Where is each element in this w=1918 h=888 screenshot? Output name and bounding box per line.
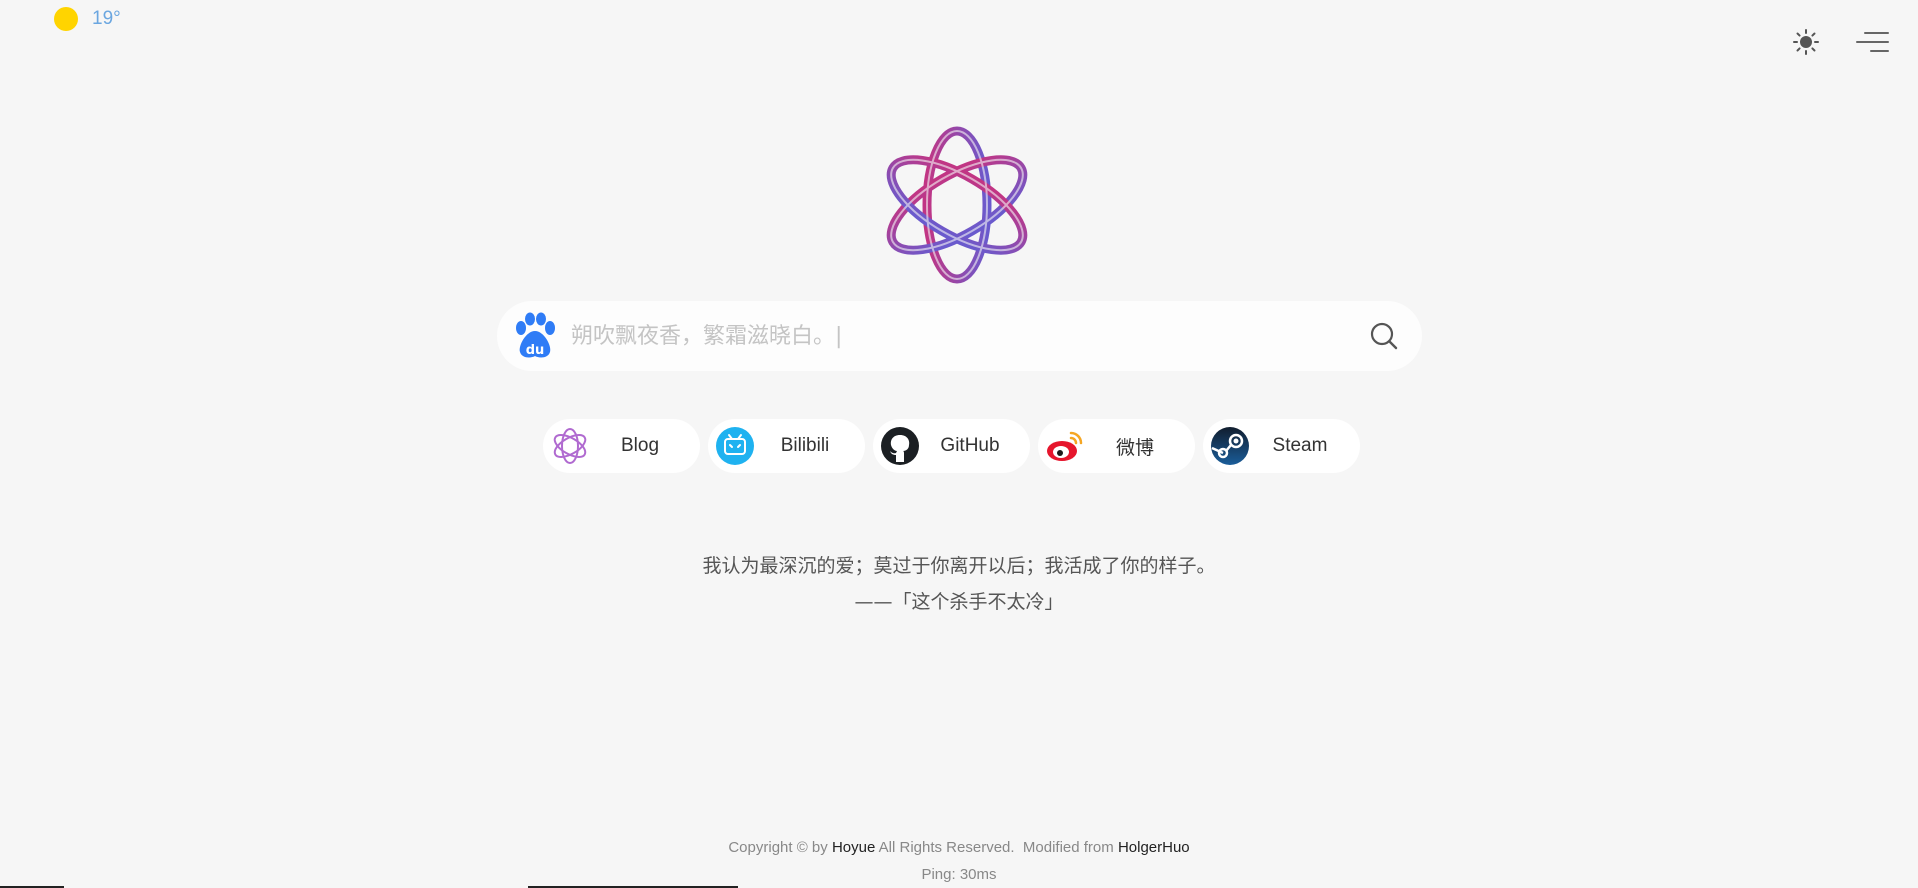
footer: Copyright © by Hoyue All Rights Reserved… (0, 834, 1918, 888)
link-blog[interactable]: Blog (543, 419, 700, 473)
baidu-icon[interactable]: du (511, 311, 559, 361)
link-label: Bilibili (780, 435, 830, 456)
search-icon[interactable] (1364, 316, 1404, 356)
github-icon (878, 424, 922, 468)
brightness-icon[interactable] (1788, 24, 1824, 60)
blog-logo-icon (548, 424, 592, 468)
author-link[interactable]: Hoyue (832, 839, 875, 856)
copyright-line: Copyright © by Hoyue All Rights Reserved… (0, 834, 1918, 861)
copyright-prefix: Copyright © by (728, 839, 828, 856)
link-label: 微博 (1115, 437, 1154, 459)
menu-icon[interactable] (1854, 24, 1890, 60)
quick-links: Blog Bilibili GitHub 微博 Steam (543, 419, 1360, 473)
link-github[interactable]: GitHub (873, 419, 1030, 473)
weibo-icon (1043, 424, 1087, 468)
temperature: 19° (92, 8, 121, 29)
link-label: Steam (1272, 435, 1328, 456)
original-author-link[interactable]: HolgerHuo (1118, 839, 1190, 856)
steam-icon (1208, 424, 1252, 468)
top-controls (1788, 24, 1890, 60)
weather-widget: 19° (54, 7, 121, 31)
site-logo[interactable] (879, 122, 1035, 288)
svg-text:du: du (526, 343, 545, 358)
bilibili-icon (713, 424, 757, 468)
search-input[interactable] (571, 323, 1364, 349)
link-steam[interactable]: Steam (1203, 419, 1360, 473)
link-bilibili[interactable]: Bilibili (708, 419, 865, 473)
quote: 我认为最深沉的爱；莫过于你离开以后；我活成了你的样子。 ——「这个杀手不太冷」 (0, 548, 1918, 620)
rights-text: All Rights Reserved. (878, 839, 1015, 856)
quote-source: ——「这个杀手不太冷」 (854, 591, 1064, 613)
link-weibo[interactable]: 微博 (1038, 419, 1195, 473)
ping-text: Ping: 30ms (921, 866, 997, 883)
link-label: GitHub (940, 435, 1000, 456)
modified-from-text: Modified from (1022, 839, 1114, 856)
search-bar: du (497, 301, 1422, 371)
sun-icon (54, 7, 78, 31)
quote-text: 我认为最深沉的爱；莫过于你离开以后；我活成了你的样子。 (702, 555, 1216, 577)
link-label: Blog (620, 435, 660, 456)
